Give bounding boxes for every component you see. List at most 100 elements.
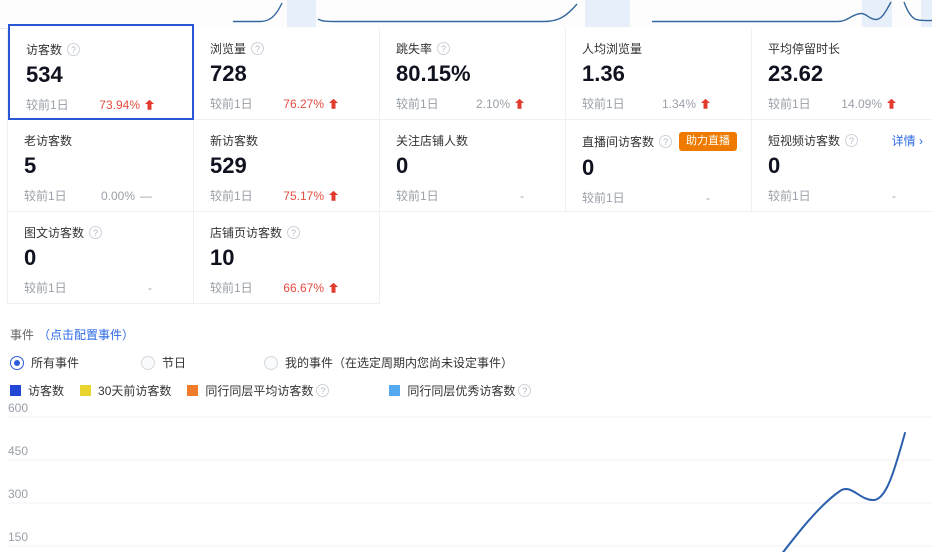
compare-label: 较前1日	[24, 279, 67, 296]
metric-card[interactable]: 直播间访客数 ? 助力直播 0 较前1日 -	[566, 120, 752, 212]
metric-card[interactable]: 平均停留时长 23.62 较前1日 14.09%	[752, 28, 932, 120]
radio-icon[interactable]	[141, 356, 155, 370]
help-icon[interactable]: ?	[251, 42, 264, 55]
detail-link[interactable]: 详情 ›	[892, 132, 923, 149]
card-footer: 较前1日 -	[396, 187, 524, 204]
metrics-grid: 访客数 ? 534 较前1日 73.94% 浏览量 ? 728 较前1日 76.…	[7, 28, 932, 304]
card-label: 店铺页访客数	[210, 224, 282, 241]
compare-label: 较前1日	[768, 95, 811, 112]
change-value: 2.10%	[476, 97, 524, 111]
events-section: 事件 （点击配置事件） 所有事件 节日 我的事件（在选定周期内您尚未设定事件）	[10, 326, 513, 371]
legend-swatch-icon	[187, 385, 198, 396]
radio-label: 所有事件	[31, 354, 79, 371]
help-icon[interactable]: ?	[845, 134, 858, 147]
compare-label: 较前1日	[396, 187, 439, 204]
card-value: 0	[24, 245, 193, 270]
legend-item[interactable]: 30天前访客数	[80, 382, 171, 399]
visitors-trend-chart: 600 450 300 150	[0, 400, 932, 552]
legend-swatch-icon	[80, 385, 91, 396]
highlight-band	[585, 0, 630, 27]
card-label: 人均浏览量	[582, 40, 642, 57]
legend-item[interactable]: 同行同层优秀访客数 ?	[389, 382, 531, 399]
boost-live-badge[interactable]: 助力直播	[679, 132, 737, 151]
metric-card[interactable]: 短视频访客数 ? 详情 › 0 较前1日 -	[752, 120, 932, 212]
help-icon[interactable]: ?	[518, 384, 531, 397]
card-value: 529	[210, 153, 379, 178]
compare-label: 较前1日	[768, 187, 811, 204]
change-value: -	[892, 189, 896, 203]
card-label: 直播间访客数	[582, 133, 654, 150]
y-axis-tick: 150	[8, 530, 28, 544]
highlight-band	[287, 0, 316, 27]
sparkline	[233, 3, 282, 22]
help-icon[interactable]: ?	[437, 42, 450, 55]
radio-label: 我的事件（在选定周期内您尚未设定事件）	[285, 354, 513, 371]
help-icon[interactable]: ?	[287, 226, 300, 239]
y-axis-tick: 300	[8, 487, 28, 501]
card-header: 图文访客数 ?	[24, 224, 193, 241]
card-footer: 较前1日 2.10%	[396, 95, 524, 112]
events-radio-group: 所有事件 节日 我的事件（在选定周期内您尚未设定事件）	[10, 354, 513, 371]
up-arrow-icon	[329, 283, 338, 293]
card-header: 老访客数	[24, 132, 193, 149]
card-footer: 较前1日 14.09%	[768, 95, 896, 112]
card-header: 新访客数	[210, 132, 379, 149]
legend-item[interactable]: 同行同层平均访客数 ?	[187, 382, 329, 399]
metric-card[interactable]: 新访客数 529 较前1日 75.17%	[194, 120, 380, 212]
radio-icon[interactable]	[264, 356, 278, 370]
up-arrow-icon	[515, 99, 524, 109]
up-arrow-icon	[701, 99, 710, 109]
event-filter-option[interactable]: 我的事件（在选定周期内您尚未设定事件）	[264, 354, 513, 371]
legend-item[interactable]: 访客数	[10, 382, 64, 399]
card-footer: 较前1日 1.34%	[582, 95, 710, 112]
change-value: 75.17%	[283, 189, 338, 203]
y-axis-tick: 450	[8, 444, 28, 458]
card-header: 跳失率 ?	[396, 40, 565, 57]
help-icon[interactable]: ?	[316, 384, 329, 397]
card-label: 访客数	[26, 41, 62, 58]
metric-card[interactable]: 跳失率 ? 80.15% 较前1日 2.10%	[380, 28, 566, 120]
compare-label: 较前1日	[210, 187, 253, 204]
card-footer: 较前1日 -	[582, 189, 710, 206]
metric-card[interactable]: 老访客数 5 较前1日 0.00%—	[8, 120, 194, 212]
up-arrow-icon	[329, 191, 338, 201]
card-footer: 较前1日 76.27%	[210, 95, 338, 112]
card-header: 直播间访客数 ? 助力直播	[582, 132, 751, 151]
flat-dash-icon: —	[140, 189, 152, 203]
card-label: 短视频访客数	[768, 132, 840, 149]
help-icon[interactable]: ?	[89, 226, 102, 239]
chart-legend: 访客数 30天前访客数 同行同层平均访客数 ? 同行同层优秀访客数 ?	[10, 382, 547, 399]
legend-label: 同行同层平均访客数	[205, 382, 313, 399]
metric-card[interactable]: 人均浏览量 1.36 较前1日 1.34%	[566, 28, 752, 120]
change-value: 14.09%	[841, 97, 896, 111]
change-value: 76.27%	[283, 97, 338, 111]
legend-label: 同行同层优秀访客数	[407, 382, 515, 399]
help-icon[interactable]: ?	[659, 135, 672, 148]
radio-icon[interactable]	[10, 356, 24, 370]
metric-card[interactable]: 店铺页访客数 ? 10 较前1日 66.67%	[194, 212, 380, 304]
legend-label: 30天前访客数	[98, 382, 171, 399]
metric-card[interactable]: 访客数 ? 534 较前1日 73.94%	[8, 24, 194, 120]
compare-label: 较前1日	[26, 96, 69, 113]
empty-cell	[380, 212, 566, 304]
event-filter-option[interactable]: 所有事件	[10, 354, 79, 371]
trend-chart-svg: 600 450 300 150	[0, 400, 932, 552]
card-header: 店铺页访客数 ?	[210, 224, 379, 241]
y-axis-tick: 600	[8, 401, 28, 415]
card-header: 人均浏览量	[582, 40, 751, 57]
change-value: -	[520, 189, 524, 203]
change-value: 1.34%	[662, 97, 710, 111]
help-icon[interactable]: ?	[67, 43, 80, 56]
card-label: 老访客数	[24, 132, 72, 149]
configure-events-link[interactable]: （点击配置事件）	[38, 326, 134, 343]
event-filter-option[interactable]: 节日	[141, 354, 186, 371]
metric-card[interactable]: 关注店铺人数 0 较前1日 -	[380, 120, 566, 212]
compare-label: 较前1日	[210, 279, 253, 296]
metric-card[interactable]: 图文访客数 ? 0 较前1日 -	[8, 212, 194, 304]
metric-card[interactable]: 浏览量 ? 728 较前1日 76.27%	[194, 28, 380, 120]
card-header: 平均停留时长	[768, 40, 932, 57]
change-value: 73.94%	[99, 98, 154, 112]
radio-label: 节日	[162, 354, 186, 371]
card-value: 1.36	[582, 61, 751, 86]
card-header: 浏览量 ?	[210, 40, 379, 57]
